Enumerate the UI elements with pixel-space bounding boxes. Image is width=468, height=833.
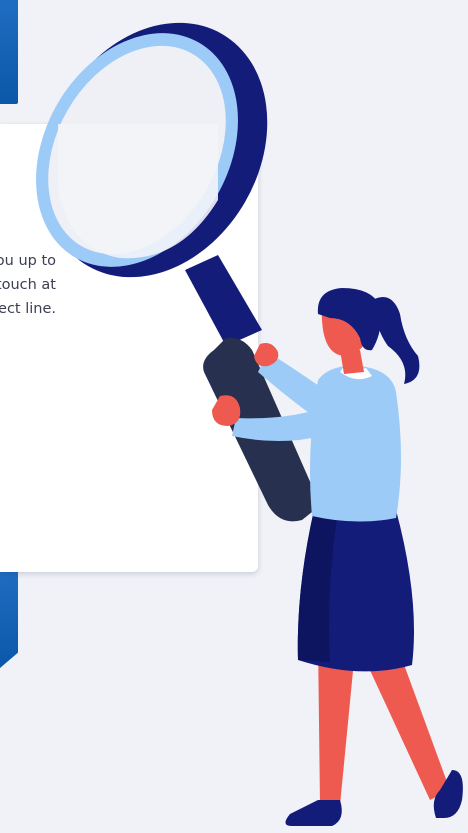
ponytail bbox=[372, 297, 420, 384]
hand-lower bbox=[212, 395, 241, 426]
magnifier-neck bbox=[185, 255, 262, 346]
search-illustration bbox=[36, 22, 463, 826]
blouse bbox=[310, 365, 401, 522]
shoe-front bbox=[285, 800, 342, 826]
magnifying-glass-icon bbox=[36, 22, 315, 522]
page: { "card": { "lines": [ "o keep you up to… bbox=[0, 0, 468, 833]
